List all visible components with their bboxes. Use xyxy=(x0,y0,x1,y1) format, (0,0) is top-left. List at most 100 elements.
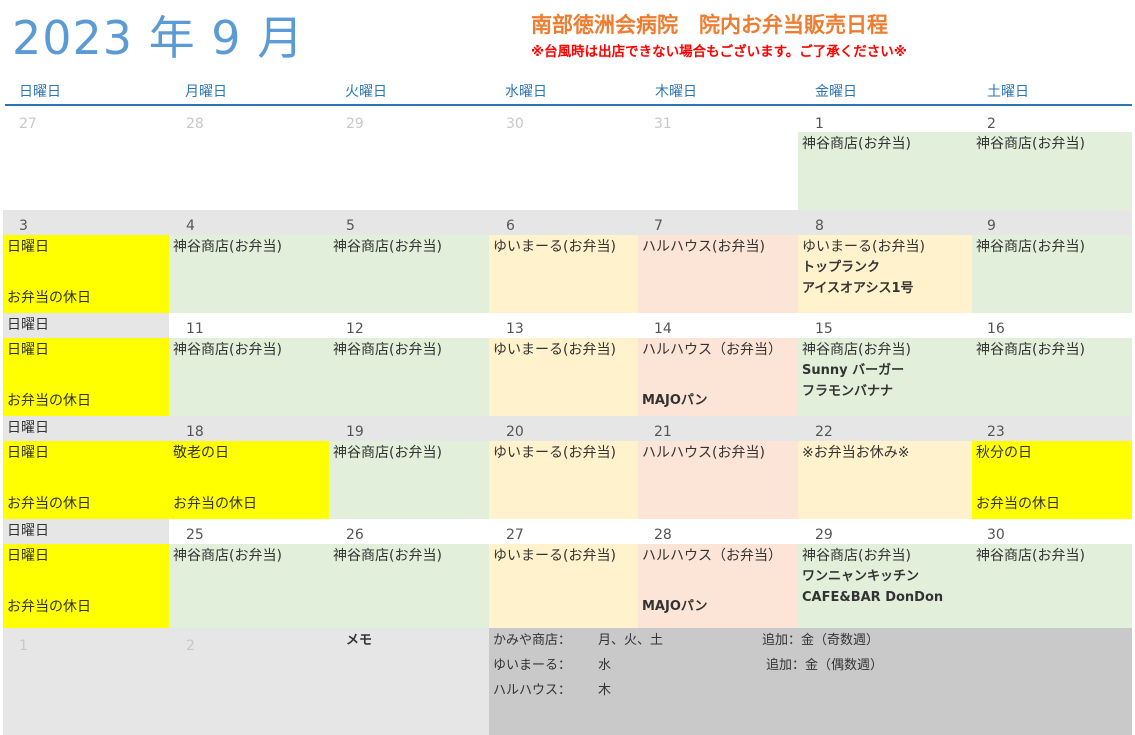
vendor-entry: 神谷商店(お弁当) xyxy=(976,136,1085,152)
sunday-label: 日曜日 xyxy=(7,317,49,333)
date-label: 2 xyxy=(186,638,195,654)
date-label: 27 xyxy=(19,116,37,132)
date-label: 13 xyxy=(506,321,524,337)
memo-days: 月、火、土 xyxy=(598,633,664,648)
date-label: 14 xyxy=(654,321,672,337)
vendor-entry: 神谷商店(お弁当) xyxy=(333,342,442,358)
date-label: 28 xyxy=(654,527,672,543)
extra-vendor: ワンニャンキッチン xyxy=(802,569,920,584)
weekday-sat: 土曜日 xyxy=(987,84,1029,100)
holiday-note: お弁当の休日 xyxy=(7,290,91,306)
memo-days: 木 xyxy=(598,683,612,698)
vendor-entry: 神谷商店(お弁当) xyxy=(333,548,442,564)
date-label: 3 xyxy=(19,218,28,234)
sunday-label: 日曜日 xyxy=(7,420,49,436)
date-label: 30 xyxy=(987,527,1005,543)
page-title: 2023 年 9 月 xyxy=(12,11,305,65)
vendor-entry: 神谷商店(お弁当) xyxy=(173,342,282,358)
weekday-thu: 木曜日 xyxy=(655,84,697,100)
date-label: 27 xyxy=(506,527,524,543)
date-label: 22 xyxy=(815,424,833,440)
sunday-label: 日曜日 xyxy=(7,342,49,358)
extra-vendor: アイスオアシス1号 xyxy=(802,281,914,296)
date-label: 2 xyxy=(987,116,996,132)
date-label: 12 xyxy=(346,321,364,337)
date-label: 18 xyxy=(186,424,204,440)
date-label: 19 xyxy=(346,424,364,440)
date-label: 5 xyxy=(346,218,355,234)
date-label: 23 xyxy=(987,424,1005,440)
holiday-note: お弁当の休日 xyxy=(7,599,91,615)
vendor-entry: 神谷商店(お弁当) xyxy=(173,239,282,255)
memo-vendor: ハルハウス： xyxy=(493,683,572,698)
extra-vendor: Sunny バーガー xyxy=(802,363,905,378)
date-label: 25 xyxy=(186,527,204,543)
weekday-mon: 月曜日 xyxy=(185,84,227,100)
vendor-entry: ハルハウス(お弁当) xyxy=(642,445,765,461)
vendor-entry: ゆいまーる(お弁当) xyxy=(493,445,616,461)
date-label: 20 xyxy=(506,424,524,440)
extra-vendor: MAJOパン xyxy=(642,599,708,614)
date-label: 8 xyxy=(815,218,824,234)
vendor-entry: 神谷商店(お弁当) xyxy=(976,342,1085,358)
weekday-tue: 火曜日 xyxy=(345,84,387,100)
date-strip xyxy=(3,416,1132,441)
vendor-entry: 神谷商店(お弁当) xyxy=(976,548,1085,564)
sunday-label: 日曜日 xyxy=(7,523,49,539)
holiday-name: 秋分の日 xyxy=(976,445,1032,461)
vendor-entry: ハルハウス（お弁当） xyxy=(642,548,782,564)
sunday-label: 日曜日 xyxy=(7,445,49,461)
holiday-note: お弁当の休日 xyxy=(976,496,1060,512)
date-label: 26 xyxy=(346,527,364,543)
date-label: 28 xyxy=(186,116,204,132)
vendor-entry: ゆいまーる(お弁当) xyxy=(493,342,616,358)
date-label: 7 xyxy=(654,218,663,234)
closed-note: ※お弁当お休み※ xyxy=(802,445,910,461)
date-label: 6 xyxy=(506,218,515,234)
date-label: 15 xyxy=(815,321,833,337)
date-strip xyxy=(3,210,1132,235)
sunday-label: 日曜日 xyxy=(7,239,49,255)
holiday-note: お弁当の休日 xyxy=(7,496,91,512)
vendor-entry: ゆいまーる(お弁当) xyxy=(493,239,616,255)
date-label: 16 xyxy=(987,321,1005,337)
weekday-fri: 金曜日 xyxy=(815,84,857,100)
extra-vendor: フラモンバナナ xyxy=(802,384,894,399)
holiday-name: 敬老の日 xyxy=(173,445,229,461)
vendor-entry: 神谷商店(お弁当) xyxy=(173,548,282,564)
vendor-entry: 神谷商店(お弁当) xyxy=(802,342,911,358)
date-label: 9 xyxy=(987,218,996,234)
hospital-title: 南部徳洲会病院 院内お弁当販売日程 xyxy=(531,13,888,37)
vendor-entry: 神谷商店(お弁当) xyxy=(802,548,911,564)
vendor-entry: ゆいまーる(お弁当) xyxy=(802,239,925,255)
vendor-entry: ハルハウス（お弁当） xyxy=(642,342,782,358)
header-divider xyxy=(5,104,1132,106)
weekday-wed: 水曜日 xyxy=(505,84,547,100)
extra-vendor: CAFE&BAR DonDon xyxy=(802,590,944,605)
date-label: 29 xyxy=(346,116,364,132)
weekday-sun: 日曜日 xyxy=(19,84,61,100)
date-label: 29 xyxy=(815,527,833,543)
next-month-cells xyxy=(3,628,489,735)
date-label: 11 xyxy=(186,321,204,337)
date-label: 1 xyxy=(815,116,824,132)
memo-label: メモ xyxy=(346,633,373,648)
memo-days: 水 xyxy=(598,658,612,673)
date-label: 30 xyxy=(506,116,524,132)
vendor-entry: 神谷商店(お弁当) xyxy=(333,239,442,255)
date-label: 4 xyxy=(186,218,195,234)
holiday-note: お弁当の休日 xyxy=(173,496,257,512)
memo-extra: 追加：金（奇数週） xyxy=(762,633,880,648)
vendor-entry: 神谷商店(お弁当) xyxy=(802,136,911,152)
extra-vendor: トップランク xyxy=(802,260,881,275)
typhoon-warning: ※台風時は出店できない場合もございます。ご了承ください※ xyxy=(531,44,907,60)
vendor-entry: ゆいまーる(お弁当) xyxy=(493,548,616,564)
vendor-entry: ハルハウス(お弁当) xyxy=(642,239,765,255)
memo-vendor: ゆいまーる： xyxy=(493,658,572,673)
holiday-note: お弁当の休日 xyxy=(7,393,91,409)
memo-vendor: かみや商店： xyxy=(493,633,572,648)
extra-vendor: MAJOパン xyxy=(642,393,708,408)
sunday-label: 日曜日 xyxy=(7,548,49,564)
date-label: 31 xyxy=(654,116,672,132)
date-label: 1 xyxy=(19,638,28,654)
